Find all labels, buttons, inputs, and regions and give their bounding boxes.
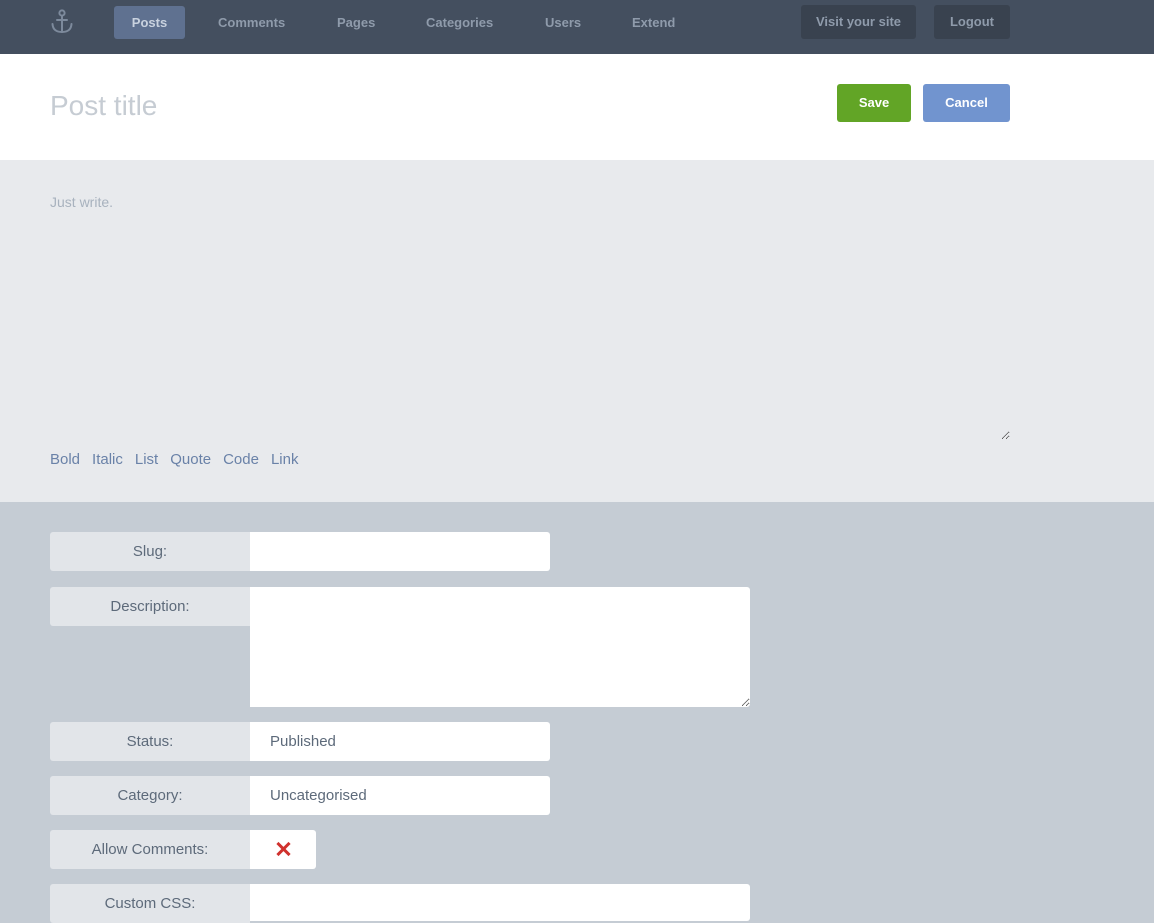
editor-toolbar: Bold Italic List Quote Code Link [50,451,310,471]
nav-item-extend[interactable]: Extend [632,6,675,39]
nav-item-categories[interactable]: Categories [426,6,493,39]
post-header: Save Cancel [0,54,1154,160]
x-mark-icon [276,841,291,857]
description-label: Description: [50,587,250,626]
post-content-editor[interactable] [50,194,1010,440]
anchor-icon[interactable] [50,9,74,35]
visit-site-button[interactable]: Visit your site [801,5,916,39]
post-title-input[interactable] [50,84,770,128]
logout-button[interactable]: Logout [934,5,1010,39]
toolbar-link-button[interactable]: Link [271,451,299,471]
toolbar-quote-button[interactable]: Quote [170,451,211,471]
toolbar-list-button[interactable]: List [135,451,158,471]
post-meta-form: Slug: Description: Status: Published Cat… [0,502,1154,923]
status-label: Status: [50,722,250,761]
cancel-button[interactable]: Cancel [923,84,1010,122]
description-textarea[interactable] [250,587,750,707]
slug-label: Slug: [50,532,250,571]
allow-comments-label: Allow Comments: [50,830,250,869]
custom-css-label: Custom CSS: [50,884,250,923]
slug-input[interactable] [250,532,550,571]
nav-item-pages[interactable]: Pages [337,6,375,39]
category-select[interactable]: Uncategorised [250,776,550,815]
top-navigation-bar: Posts Comments Pages Categories Users Ex… [0,0,1154,54]
category-label: Category: [50,776,250,815]
nav-item-posts[interactable]: Posts [114,6,185,39]
editor-section: Bold Italic List Quote Code Link [0,160,1154,502]
status-select[interactable]: Published [250,722,550,761]
toolbar-code-button[interactable]: Code [223,451,259,471]
allow-comments-toggle[interactable] [250,830,316,869]
custom-css-textarea[interactable] [250,884,750,921]
nav-item-comments[interactable]: Comments [218,6,285,39]
save-button[interactable]: Save [837,84,911,122]
toolbar-bold-button[interactable]: Bold [50,451,80,471]
nav-item-users[interactable]: Users [545,6,581,39]
toolbar-italic-button[interactable]: Italic [92,451,123,471]
